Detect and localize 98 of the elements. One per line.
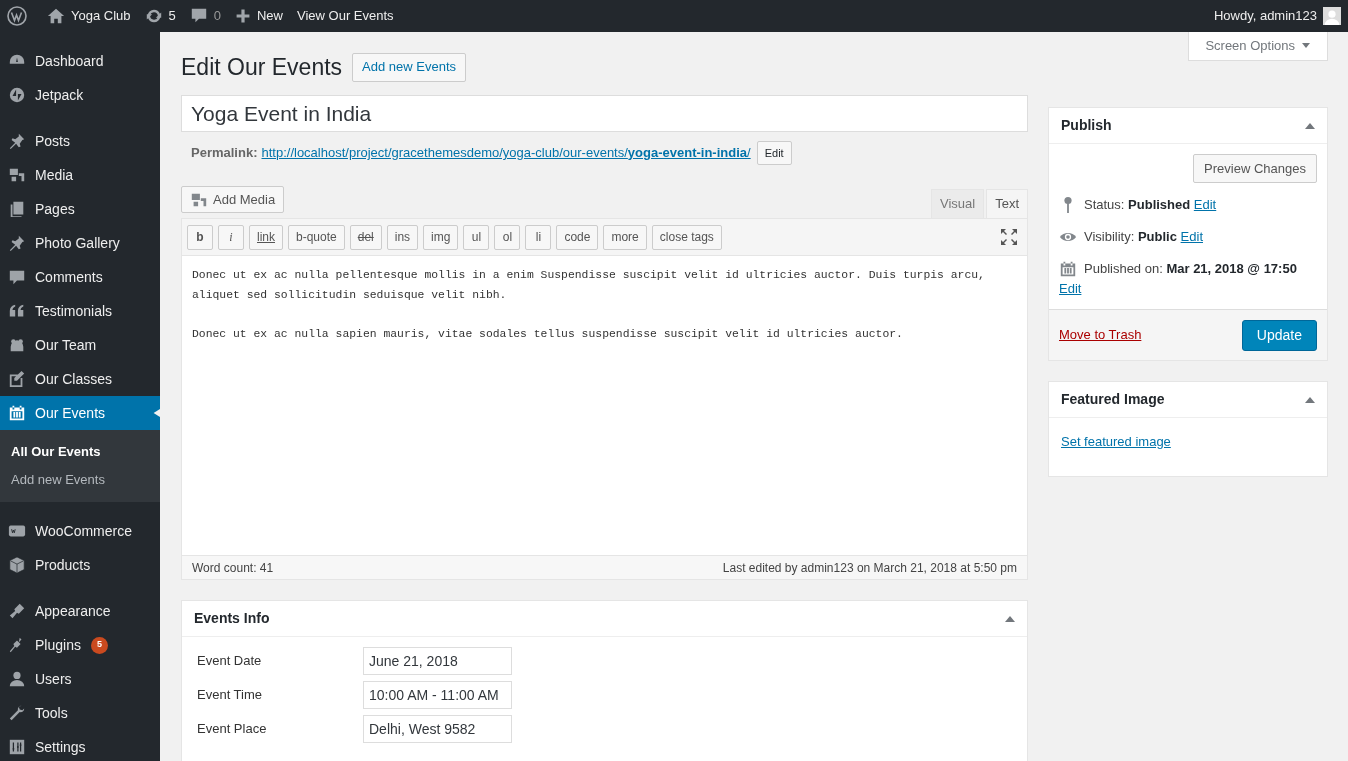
speech-bubble-icon bbox=[8, 268, 26, 286]
site-name-link[interactable]: Yoga Club bbox=[47, 6, 131, 26]
status-text: Published on: Mar 21, 2018 @ 17:50 bbox=[1084, 261, 1297, 276]
fullscreen-icon[interactable] bbox=[1000, 228, 1018, 246]
editor-tab[interactable]: Text bbox=[986, 189, 1028, 218]
avatar-icon bbox=[1323, 7, 1341, 25]
sidebar-item[interactable]: Our Classes bbox=[0, 362, 160, 396]
sidebar-item[interactable]: Pages bbox=[0, 192, 160, 226]
updates-link[interactable]: 5 bbox=[144, 6, 176, 26]
add-media-button[interactable]: Add Media bbox=[181, 186, 285, 213]
permalink-link[interactable]: http://localhost/project/gracethemesdemo/yoga-club/our-events/yoga-event-in-india/ bbox=[261, 143, 751, 163]
text-field[interactable]: June 21, 2018 bbox=[363, 647, 512, 675]
people-icon bbox=[8, 336, 26, 354]
field-label: Event Date bbox=[197, 652, 263, 671]
pages-icon bbox=[8, 200, 26, 218]
view-link[interactable]: View Our Events bbox=[297, 6, 394, 26]
format-button[interactable]: ul bbox=[463, 224, 490, 250]
edit-link[interactable]: Edit bbox=[1059, 281, 1082, 296]
update-button[interactable]: Update bbox=[1241, 319, 1317, 351]
speech-bubble-icon bbox=[189, 7, 208, 25]
user-icon bbox=[8, 670, 26, 688]
sidebar-item[interactable]: Comments bbox=[0, 260, 160, 294]
count-badge: 5 bbox=[90, 636, 108, 654]
sidebar-item[interactable]: Products bbox=[0, 548, 160, 582]
box-icon bbox=[8, 556, 26, 574]
collapse-arrow-icon[interactable] bbox=[1305, 396, 1315, 403]
move-to-trash-link[interactable]: Move to Trash bbox=[1059, 325, 1142, 345]
comments-link[interactable]: 0 bbox=[189, 6, 221, 26]
format-button[interactable]: b-quote bbox=[288, 224, 345, 250]
sliders-icon bbox=[8, 738, 26, 756]
sidebar-item[interactable]: Users bbox=[0, 662, 160, 696]
submenu-item[interactable]: All Our Events bbox=[0, 438, 160, 466]
permalink-edit-button[interactable]: Edit bbox=[756, 141, 792, 165]
text-field[interactable]: 10:00 AM - 11:00 AM bbox=[363, 681, 512, 709]
format-button[interactable]: close tags bbox=[651, 224, 722, 250]
sidebar-item[interactable]: Appearance bbox=[0, 594, 160, 628]
sidebar-item[interactable]: Plugins 5 bbox=[0, 628, 160, 662]
edit-link[interactable]: Edit bbox=[1193, 197, 1217, 212]
sidebar-item[interactable]: WooCommerce bbox=[0, 514, 160, 548]
refresh-icon bbox=[144, 7, 163, 25]
set-featured-image-link[interactable]: Set featured image bbox=[1061, 432, 1171, 452]
page-title: Edit Our Events bbox=[181, 52, 343, 82]
format-button[interactable]: ol bbox=[494, 224, 521, 250]
sidebar-item[interactable]: Our Team bbox=[0, 328, 160, 362]
format-button[interactable]: img bbox=[423, 224, 459, 250]
editor-tab[interactable]: Visual bbox=[930, 189, 985, 218]
last-edited-note: Last edited by admin123 on March 21, 2018 at 5:50 pm bbox=[722, 559, 1017, 577]
word-count: Word count: 41 bbox=[192, 559, 274, 577]
add-new-button[interactable]: Add new Events bbox=[352, 52, 467, 82]
calendar-icon bbox=[8, 404, 26, 422]
sidebar-item[interactable]: Settings bbox=[0, 730, 160, 761]
sidebar-item[interactable]: Testimonials bbox=[0, 294, 160, 328]
format-button[interactable]: i bbox=[218, 224, 244, 250]
pushpin-icon bbox=[8, 234, 26, 252]
home-icon bbox=[47, 7, 65, 25]
status-text: Status: Published Edit bbox=[1084, 196, 1218, 214]
text-field[interactable]: Delhi, West 9582 bbox=[363, 715, 512, 743]
screen-options-button[interactable]: Screen Options bbox=[1188, 32, 1328, 61]
sidebar-item[interactable]: Our Events bbox=[0, 396, 160, 430]
format-button[interactable]: b bbox=[187, 224, 213, 250]
collapse-arrow-icon[interactable] bbox=[1005, 615, 1015, 622]
wrench-icon bbox=[8, 704, 26, 722]
status-text: Visibility: Public Edit bbox=[1084, 228, 1204, 246]
sidebar-item[interactable]: Posts bbox=[0, 124, 160, 158]
paragraph-text: Donec ut ex ac nulla sapien mauris, vitae sodales tellus suspendisse suscipit velit id ultricies auctor. bbox=[192, 327, 904, 342]
format-button[interactable]: li bbox=[525, 224, 552, 250]
sidebar-item[interactable]: Media bbox=[0, 158, 160, 192]
edit-note-icon bbox=[8, 370, 26, 388]
plus-icon bbox=[235, 8, 251, 24]
paragraph-text: Donec ut ex ac nulla pellentesque mollis in a enim Suspendisse suscipit velit id ultricies auctor. Duis turpis arcu, aliquet sed sollicitudin seduisque velit nibh. bbox=[192, 268, 986, 303]
submenu-item[interactable]: Add new Events bbox=[0, 466, 160, 494]
account-menu[interactable]: Howdy, admin123 bbox=[1213, 6, 1341, 26]
pushpin-icon bbox=[8, 132, 26, 150]
new-content-link[interactable]: New bbox=[235, 6, 283, 26]
wordpress-logo-icon[interactable] bbox=[7, 6, 27, 26]
format-button[interactable]: link bbox=[249, 224, 283, 250]
preview-changes-button[interactable]: Preview Changes bbox=[1193, 154, 1317, 183]
calendar-icon bbox=[1059, 260, 1077, 278]
format-button[interactable]: ins bbox=[386, 224, 419, 250]
permalink-label: Permalink: bbox=[191, 144, 258, 163]
paintbrush-icon bbox=[8, 602, 26, 620]
collapse-arrow-icon[interactable] bbox=[1305, 122, 1315, 129]
jetpack-icon bbox=[8, 86, 26, 104]
panel-title: Featured Image bbox=[1061, 390, 1165, 409]
sidebar-item[interactable]: Tools bbox=[0, 696, 160, 730]
format-button[interactable]: code bbox=[556, 224, 599, 250]
sidebar-item[interactable]: Jetpack bbox=[0, 78, 160, 112]
panel-title: Publish bbox=[1061, 116, 1112, 135]
field-label: Event Place bbox=[197, 720, 268, 739]
format-button[interactable]: del bbox=[349, 224, 382, 250]
edit-link[interactable]: Edit bbox=[1180, 229, 1203, 244]
panel-title: Events Info bbox=[194, 609, 270, 628]
media-icon bbox=[8, 166, 26, 184]
sidebar-item[interactable]: Dashboard bbox=[0, 44, 160, 78]
format-button[interactable]: more bbox=[603, 224, 647, 250]
field-label: Event Time bbox=[197, 686, 264, 705]
title-field[interactable]: Yoga Event in India bbox=[181, 95, 1028, 132]
sidebar-item[interactable]: Photo Gallery bbox=[0, 226, 160, 260]
